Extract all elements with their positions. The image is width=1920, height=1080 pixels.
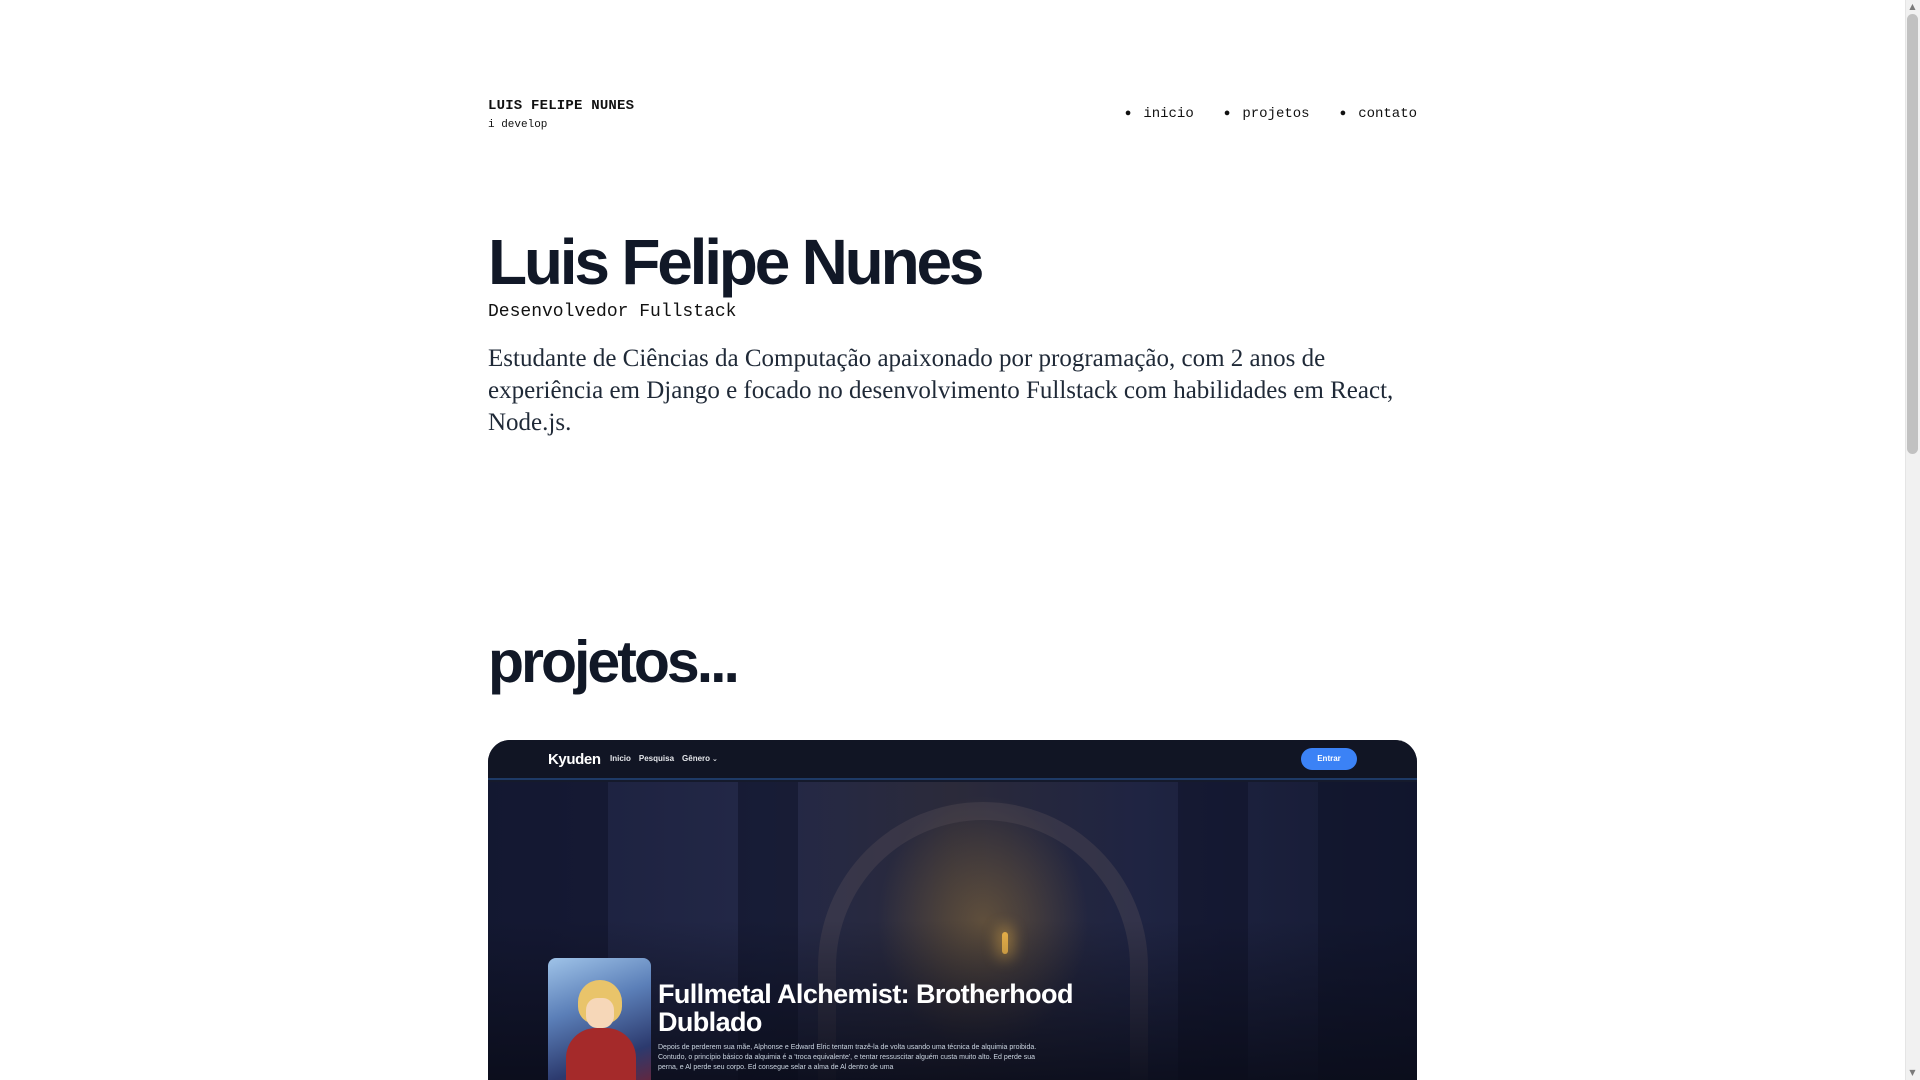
nav-item-contato[interactable]: ● contato (1340, 106, 1417, 122)
project-preview-link-label: Gênero (682, 754, 711, 763)
scroll-up-arrow-icon[interactable]: ▲ (1907, 1, 1918, 13)
projects-section-title: projetos... (488, 629, 740, 695)
bullet-icon: ● (1124, 108, 1132, 120)
project-preview-link: Gênero ⌄ (682, 754, 718, 763)
poster-figure-coat (566, 1028, 636, 1080)
main-nav: ● inicio ● projetos ● contato (1095, 106, 1417, 122)
anime-poster-image (548, 958, 651, 1080)
project-preview-login-button: Entrar (1301, 748, 1357, 770)
project-preview-logo: Kyuden (548, 751, 601, 768)
bullet-icon: ● (1223, 108, 1231, 120)
project-preview-navbar: Kyuden Inicio Pesquisa Gênero ⌄ Entrar (488, 740, 1417, 780)
nav-item-inicio[interactable]: ● inicio (1125, 106, 1194, 122)
nav-item-projetos[interactable]: ● projetos (1224, 106, 1310, 122)
page-scrollbar[interactable]: ▲ ▼ (1905, 0, 1920, 1080)
nav-item-label: inicio (1143, 106, 1194, 122)
bullet-icon: ● (1339, 108, 1347, 120)
hero-subtitle: Desenvolvedor Fullstack (488, 302, 737, 322)
project-preview-link: Inicio (610, 754, 631, 763)
scrollbar-thumb[interactable] (1907, 14, 1918, 454)
hero-bio: Estudante de Ciências da Computação apai… (488, 345, 1394, 436)
poster-figure-face (586, 998, 614, 1028)
project-preview-link: Pesquisa (638, 754, 675, 763)
project-preview-links: Inicio Pesquisa Gênero ⌄ (610, 754, 726, 763)
anime-description: Depois de perderem sua mãe, Alphonse e E… (658, 1044, 1037, 1071)
site-header: LUIS FELIPE NUNES i develop ● inicio ● p… (488, 96, 1417, 136)
chevron-down-icon: ⌄ (712, 756, 718, 763)
brand-tagline: i develop (488, 119, 548, 131)
scroll-down-arrow-icon[interactable]: ▼ (1907, 1067, 1918, 1079)
anime-title: Fullmetal Alchemist: Brotherhood Dublado (658, 979, 1073, 1037)
project-card-screenshot[interactable]: Kyuden Inicio Pesquisa Gênero ⌄ Entrar Fu… (488, 740, 1417, 1080)
brand-name[interactable]: LUIS FELIPE NUNES (488, 98, 634, 114)
hero-title: Luis Felipe Nunes (488, 226, 984, 298)
nav-item-label: contato (1358, 106, 1417, 122)
nav-item-label: projetos (1242, 106, 1310, 122)
